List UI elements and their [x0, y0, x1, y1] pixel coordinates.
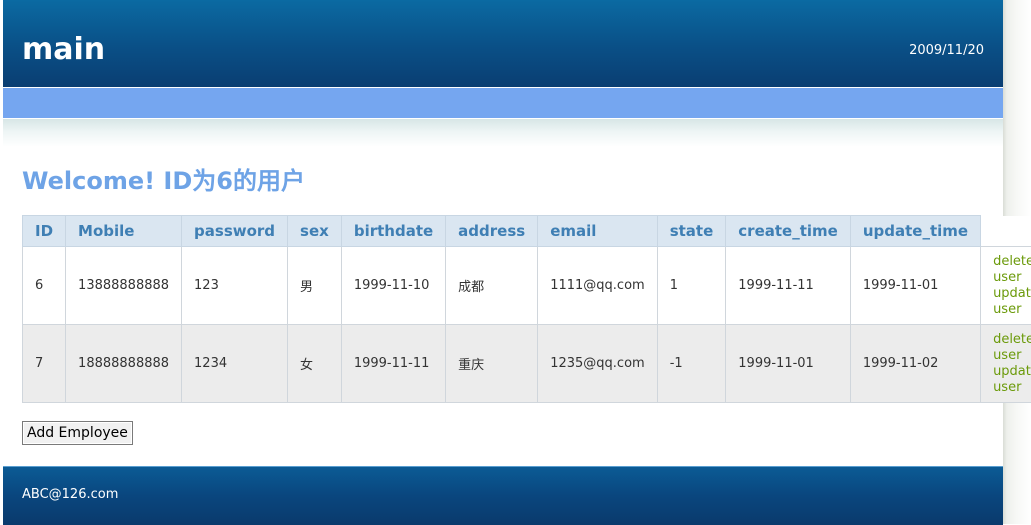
site-footer: ABC@126.com — [3, 466, 1003, 525]
cell-sex: 男 — [288, 247, 342, 325]
cell-sex: 女 — [288, 325, 342, 403]
cell-actions: delete user update user — [981, 325, 1031, 403]
table-row: 6 13888888888 123 男 1999-11-10 成都 1111@q… — [23, 247, 1031, 325]
cell-create-time: 1999-11-01 — [726, 325, 851, 403]
column-header-sex: sex — [288, 216, 342, 247]
site-title: main — [22, 30, 105, 70]
column-header-state: state — [657, 216, 726, 247]
delete-user-link[interactable]: delete user — [993, 332, 1031, 364]
add-employee-button[interactable]: Add Employee — [22, 421, 133, 445]
welcome-heading: Welcome! ID为6的用户 — [22, 166, 305, 196]
cell-create-time: 1999-11-11 — [726, 247, 851, 325]
cell-actions: delete user update user — [981, 247, 1031, 325]
cell-address: 成都 — [446, 247, 538, 325]
column-header-update-time: update_time — [850, 216, 980, 247]
cell-password: 123 — [182, 247, 288, 325]
cell-state: -1 — [657, 325, 726, 403]
nav-bar — [3, 88, 1003, 118]
delete-user-link[interactable]: delete user — [993, 254, 1031, 286]
column-header-address: address — [446, 216, 538, 247]
cell-mobile: 18888888888 — [66, 325, 182, 403]
header-date: 2009/11/20 — [909, 43, 984, 59]
column-header-birthdate: birthdate — [341, 216, 445, 247]
footer-email: ABC@126.com — [22, 487, 118, 503]
column-header-mobile: Mobile — [66, 216, 182, 247]
column-header-password: password — [182, 216, 288, 247]
cell-mobile: 13888888888 — [66, 247, 182, 325]
cell-address: 重庆 — [446, 325, 538, 403]
cell-id: 7 — [23, 325, 66, 403]
cell-password: 1234 — [182, 325, 288, 403]
column-header-email: email — [538, 216, 658, 247]
column-header-id: ID — [23, 216, 66, 247]
cell-state: 1 — [657, 247, 726, 325]
table-header-row: ID Mobile password sex birthdate address… — [23, 216, 1031, 247]
update-user-link[interactable]: update user — [993, 286, 1031, 318]
cell-birthdate: 1999-11-10 — [341, 247, 445, 325]
cell-email: 1235@qq.com — [538, 325, 658, 403]
cell-birthdate: 1999-11-11 — [341, 325, 445, 403]
cell-id: 6 — [23, 247, 66, 325]
column-header-actions — [981, 216, 1031, 247]
cell-update-time: 1999-11-02 — [850, 325, 980, 403]
cell-email: 1111@qq.com — [538, 247, 658, 325]
table-row: 7 18888888888 1234 女 1999-11-11 重庆 1235@… — [23, 325, 1031, 403]
column-header-create-time: create_time — [726, 216, 851, 247]
employee-table: ID Mobile password sex birthdate address… — [22, 215, 1031, 403]
cell-update-time: 1999-11-01 — [850, 247, 980, 325]
update-user-link[interactable]: update user — [993, 364, 1031, 396]
nav-shadow — [3, 119, 1003, 147]
page-container: main 2009/11/20 Welcome! ID为6的用户 ID Mobi… — [3, 0, 1003, 524]
site-header: main 2009/11/20 — [3, 0, 1003, 87]
